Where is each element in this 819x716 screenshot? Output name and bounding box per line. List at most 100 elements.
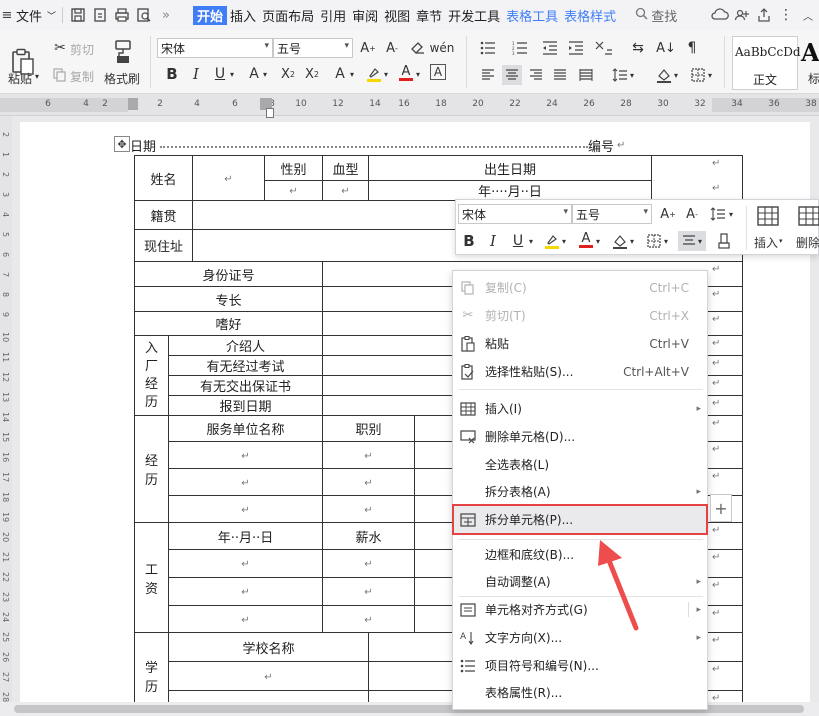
underline-dropdown-icon[interactable]: ▾ — [230, 70, 234, 79]
hamburger-menu-icon[interactable]: ≡ — [0, 4, 14, 26]
align-right-icon[interactable] — [526, 65, 546, 85]
italic-icon[interactable]: I — [483, 231, 503, 251]
menu-item-copy[interactable]: 复制(C) Ctrl+C — [453, 274, 707, 301]
add-column-button[interactable]: + — [710, 494, 732, 522]
mini-delete-button[interactable]: 删除 — [792, 204, 819, 252]
line-spacing-icon[interactable] — [610, 65, 630, 85]
strikethrough-dropdown-icon[interactable]: ▾ — [263, 70, 267, 79]
line-spacing-icon[interactable] — [708, 204, 728, 224]
tab-references[interactable]: 引用 — [317, 6, 349, 25]
char-border-icon[interactable]: A — [430, 64, 446, 80]
shading-dropdown-icon[interactable]: ▾ — [630, 237, 634, 246]
search-button[interactable]: 查找 — [633, 4, 679, 26]
underline-icon[interactable]: U — [210, 64, 230, 84]
shading-icon[interactable] — [610, 231, 630, 251]
bullet-list-icon[interactable] — [478, 38, 498, 58]
text-effect-icon[interactable]: A — [330, 64, 350, 84]
menu-item-cell-alignment[interactable]: 单元格对齐方式(G) ▸ — [453, 596, 707, 623]
gender-value-cell[interactable]: ↵ — [264, 180, 323, 201]
font-color-icon[interactable]: A — [576, 230, 596, 250]
menu-item-paste[interactable]: 粘贴 Ctrl+V — [453, 330, 707, 357]
collapse-ribbon-icon[interactable]: ︿ — [797, 4, 819, 26]
underline-dropdown-icon[interactable]: ▾ — [529, 237, 533, 246]
line-spacing-dropdown-icon[interactable]: ▾ — [630, 71, 634, 80]
shading-icon[interactable] — [654, 65, 674, 85]
highlighter-icon[interactable] — [542, 231, 562, 251]
sort-icon[interactable]: A↓ — [656, 38, 676, 58]
menu-item-select-table[interactable]: 全选表格(L) — [453, 451, 707, 478]
cell-align-icon[interactable]: ▾ — [678, 231, 706, 251]
strikethrough-icon[interactable]: A — [244, 64, 264, 84]
font-color-dropdown-icon[interactable]: ▾ — [416, 70, 420, 79]
shading-dropdown-icon[interactable]: ▾ — [674, 71, 678, 80]
borders-icon[interactable] — [644, 231, 664, 251]
exp-cell[interactable]: ↵ — [322, 441, 415, 469]
highlighter-icon[interactable] — [364, 64, 384, 84]
tab-developer[interactable]: 开发工具 — [445, 6, 503, 25]
font-color-dropdown-icon[interactable]: ▾ — [596, 237, 600, 246]
subscript-icon[interactable]: X2 — [302, 64, 322, 84]
wage-cell[interactable]: ↵ — [168, 549, 323, 578]
tab-home[interactable]: 开始 — [193, 5, 228, 25]
text-effect-dropdown-icon[interactable]: ▾ — [350, 70, 354, 79]
edu-cell[interactable]: ↵ — [168, 661, 369, 691]
format-painter-button[interactable] — [108, 36, 138, 68]
wage-cell[interactable]: ↵ — [322, 549, 415, 578]
style-normal[interactable]: AaBbCcDd 正文 — [732, 36, 801, 90]
font-color-icon[interactable]: A — [396, 63, 416, 83]
exp-cell[interactable]: ↵ — [168, 441, 323, 469]
borders-dropdown-icon[interactable]: ▾ — [664, 237, 668, 246]
cut-label[interactable]: 剪切 — [70, 41, 94, 58]
mini-font-size-select[interactable]: 五号 ▾ — [572, 204, 652, 224]
shrink-font-icon[interactable]: A- — [682, 204, 702, 224]
menu-item-delete-cells[interactable]: 删除单元格(D)... — [453, 423, 707, 450]
bold-icon[interactable]: B — [459, 231, 479, 251]
shrink-font-icon[interactable]: A- — [382, 38, 402, 58]
menu-item-paste-special[interactable]: 选择性粘贴(S)... Ctrl+Alt+V — [453, 358, 707, 385]
tab-table-tools[interactable]: 表格工具 — [503, 6, 561, 25]
wage-cell[interactable]: ↵ — [322, 577, 415, 606]
borders-icon[interactable] — [688, 65, 708, 85]
highlighter-dropdown-icon[interactable]: ▾ — [562, 237, 566, 246]
cloud-sync-icon[interactable] — [709, 4, 731, 26]
line-spacing-dropdown-icon[interactable]: ▾ — [729, 210, 733, 219]
vertical-ruler[interactable]: 2 1 2 3 4 5 6 7 8 9 10 11 12 13 14 15 16 17 18 19 20 21 22 23 24… — [0, 116, 12, 706]
mini-font-name-select[interactable]: 宋体 ▾ — [458, 204, 572, 224]
menu-item-cut[interactable]: ✂ 剪切(T) Ctrl+X — [453, 302, 707, 329]
pinyin-guide-icon[interactable]: wén — [430, 38, 455, 58]
chinese-layout-icon[interactable] — [594, 38, 614, 58]
distribute-icon[interactable] — [576, 65, 596, 85]
font-name-select[interactable]: 宋体 ▾ — [157, 38, 273, 58]
birthdate-value-cell[interactable]: 年····月··日 — [368, 180, 652, 201]
tab-review[interactable]: 审阅 — [349, 6, 381, 25]
name-value-cell[interactable]: ↵ — [192, 155, 265, 201]
wage-cell[interactable]: ↵ — [168, 577, 323, 606]
clear-format-icon[interactable] — [408, 38, 428, 58]
export-pdf-icon[interactable] — [89, 4, 111, 26]
photo-cell[interactable] — [651, 155, 743, 201]
file-menu[interactable]: 文件 ﹀ — [14, 4, 58, 26]
menu-item-text-direction[interactable]: A 文字方向(X)... ▸ — [453, 624, 707, 651]
eraser-icon[interactable] — [714, 231, 734, 251]
paragraph-mark-icon[interactable]: ¶ — [682, 38, 702, 58]
cut-icon[interactable]: ✂ — [50, 38, 70, 58]
exp-cell[interactable]: ↵ — [168, 468, 323, 496]
menu-item-bullets-numbering[interactable]: 项目符号和编号(N)... — [453, 652, 707, 679]
wage-cell[interactable]: ↵ — [322, 605, 415, 633]
paste-dropdown-icon[interactable]: ▾ — [35, 72, 39, 81]
menu-item-autofit[interactable]: 自动调整(A) ▸ — [453, 568, 707, 595]
wage-cell[interactable]: ↵ — [168, 605, 323, 633]
tab-insert[interactable]: 插入 — [227, 6, 259, 25]
tab-sections[interactable]: 章节 — [413, 6, 445, 25]
bold-icon[interactable]: B — [162, 64, 182, 84]
align-left-icon[interactable] — [478, 65, 498, 85]
menu-item-table-properties[interactable]: 表格属性(R)... — [453, 679, 707, 706]
menu-item-split-cells[interactable]: 拆分单元格(P)... — [452, 504, 708, 535]
borders-dropdown-icon[interactable]: ▾ — [708, 71, 712, 80]
print-preview-icon[interactable] — [133, 4, 155, 26]
align-center-icon[interactable] — [502, 65, 522, 85]
blood-value-cell[interactable]: ↵ — [322, 180, 369, 201]
copy-label[interactable]: 复制 — [70, 68, 94, 85]
numbered-list-icon[interactable]: 123 — [510, 38, 530, 58]
highlighter-dropdown-icon[interactable]: ▾ — [384, 70, 388, 79]
